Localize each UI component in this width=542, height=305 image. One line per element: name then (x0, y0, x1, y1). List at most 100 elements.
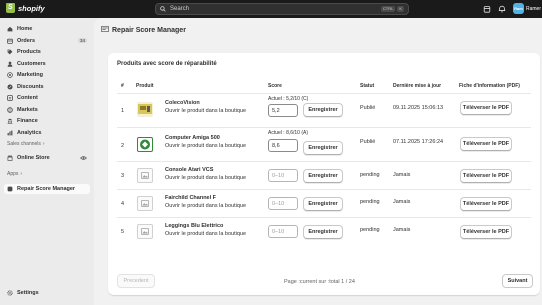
tag-icon (7, 49, 13, 55)
column-header-number: # (121, 83, 124, 89)
sidebar-item-label: Online Store (17, 155, 50, 161)
score-input[interactable]: 0–10 (268, 169, 298, 182)
column-header-last-update: Dernière mise à jour (393, 83, 442, 89)
app-header-icon (101, 26, 109, 34)
sidebar-item-label: Markets (17, 106, 38, 113)
sidebar-item-label: Discounts (17, 83, 44, 90)
sidebar-item-marketing[interactable]: Marketing (4, 70, 90, 80)
sidebar-item-online-store[interactable]: Online Store (4, 153, 90, 163)
last-update: Jamais (393, 172, 411, 178)
user-menu[interactable]: Ram Ramer (513, 3, 541, 14)
score-input[interactable]: 0–10 (268, 225, 298, 238)
chevron-right-icon: › (20, 171, 23, 177)
upload-pdf-button[interactable]: Téléverser le PDF (460, 169, 512, 183)
save-button[interactable]: Enregistrer (303, 103, 343, 117)
eye-icon[interactable] (80, 155, 87, 161)
column-header-score: Score (268, 83, 282, 89)
column-header-product: Produit (136, 83, 154, 89)
row-number: 2 (121, 143, 125, 149)
shopify-logo[interactable]: shopify (6, 3, 45, 13)
sidebar-item-orders[interactable]: Orders 34 (4, 36, 90, 46)
current-score: Actuel : 8,6/10 (A) (268, 130, 309, 136)
open-product-link[interactable]: Ouvrir le produit dans la boutique (165, 143, 246, 149)
upload-pdf-button[interactable]: Téléverser le PDF (460, 225, 512, 239)
save-button[interactable]: Enregistrer (303, 225, 343, 239)
search-input[interactable]: Search CTRL K (155, 3, 409, 15)
last-update: Jamais (393, 227, 411, 233)
home-icon (7, 26, 13, 32)
sidebar-item-label: Home (17, 26, 33, 32)
status-text: pending (360, 172, 380, 178)
placeholder-image-icon (137, 168, 153, 183)
sidebar-item-label: Repair Score Manager (17, 186, 76, 192)
table-row: 1 ColecoVision Ouvrir le produit dans la… (117, 93, 531, 127)
product-name[interactable]: Fairchild Channel F (165, 195, 216, 201)
last-update: 09.11.2025 15:06:13 (393, 105, 444, 111)
last-update: Jamais (393, 199, 411, 205)
ctrl-key: CTRL (380, 6, 396, 12)
bell-icon[interactable] (497, 4, 507, 14)
score-input[interactable]: 0–10 (268, 197, 298, 210)
open-product-link[interactable]: Ouvrir le produit dans la boutique (165, 203, 246, 209)
pagination-text: Page :current sur :total 1 / 24 (284, 279, 355, 285)
sidebar-item-finance[interactable]: Finance (4, 116, 90, 126)
shortcut-hint: CTRL K (380, 6, 404, 12)
sidebar-item-repair-score-manager[interactable]: Repair Score Manager (4, 184, 90, 194)
upload-pdf-button[interactable]: Téléverser le PDF (460, 101, 512, 115)
online-store-icon (7, 155, 13, 161)
open-product-link[interactable]: Ouvrir le produit dans la boutique (165, 175, 246, 181)
apps-section[interactable]: Apps › (7, 171, 22, 177)
sidebar: Home Orders 34 Products Customers Market… (0, 18, 94, 305)
sidebar-item-analytics[interactable]: Analytics (4, 128, 90, 138)
save-button[interactable]: Enregistrer (303, 169, 343, 183)
score-input[interactable]: 5,2 (268, 104, 298, 117)
save-button[interactable]: Enregistrer (303, 141, 343, 155)
product-name[interactable]: ColecoVision (165, 100, 200, 106)
save-button[interactable]: Enregistrer (303, 197, 343, 211)
next-page-button[interactable]: Suivant (502, 274, 533, 288)
row-number: 1 (121, 108, 125, 114)
sidebar-item-settings[interactable]: Settings (4, 288, 90, 298)
apps-label: Apps (7, 171, 19, 177)
upload-pdf-button[interactable]: Téléverser le PDF (460, 197, 512, 211)
row-number: 3 (121, 173, 125, 179)
product-name[interactable]: Computer Amiga 500 (165, 135, 220, 141)
orders-count-badge: 34 (77, 38, 87, 43)
previous-page-button[interactable]: Precedent (117, 274, 155, 288)
status-text: Publié (360, 139, 376, 145)
amiga-thumb (137, 137, 153, 152)
brand-name: shopify (18, 3, 45, 13)
orders-icon (7, 38, 13, 44)
person-icon (7, 61, 13, 67)
product-name[interactable]: Leggings Blu Elettrico (165, 223, 223, 229)
score-input[interactable]: 8,6 (268, 139, 298, 152)
content-icon (7, 95, 13, 101)
row-number: 4 (121, 201, 125, 207)
upload-pdf-button[interactable]: Téléverser le PDF (460, 137, 512, 151)
chart-icon (7, 130, 13, 136)
sidebar-item-label: Content (17, 95, 38, 101)
sidebar-item-customers[interactable]: Customers (4, 59, 90, 69)
sidebar-item-label: Settings (17, 290, 39, 296)
sidebar-item-products[interactable]: Products (4, 47, 90, 57)
sidebar-item-discounts[interactable]: Discounts (4, 82, 90, 92)
sales-channels-section[interactable]: Sales channels › (7, 141, 45, 147)
shopify-bag-icon (6, 3, 15, 13)
sidebar-item-label: Finance (17, 118, 38, 124)
store-icon[interactable] (482, 4, 492, 14)
product-name[interactable]: Console Atari VCS (165, 167, 213, 173)
page-title: Repair Score Manager (112, 26, 186, 34)
row-number: 5 (121, 229, 125, 235)
sidebar-item-home[interactable]: Home (4, 24, 90, 34)
k-key: K (397, 6, 404, 12)
table-row: 5 Leggings Blu Elettrico Ouvrir le produ… (117, 217, 531, 245)
sales-channels-label: Sales channels (7, 141, 41, 147)
colecovision-thumb (137, 102, 153, 117)
sidebar-item-content[interactable]: Content (4, 93, 90, 103)
search-icon (160, 6, 166, 12)
table-row: 3 Console Atari VCS Ouvrir le produit da… (117, 161, 531, 189)
open-product-link[interactable]: Ouvrir le produit dans la boutique (165, 108, 246, 114)
open-product-link[interactable]: Ouvrir le produit dans la boutique (165, 231, 246, 237)
sidebar-item-label: Marketing (17, 72, 43, 78)
sidebar-item-markets[interactable]: Markets (4, 105, 90, 115)
